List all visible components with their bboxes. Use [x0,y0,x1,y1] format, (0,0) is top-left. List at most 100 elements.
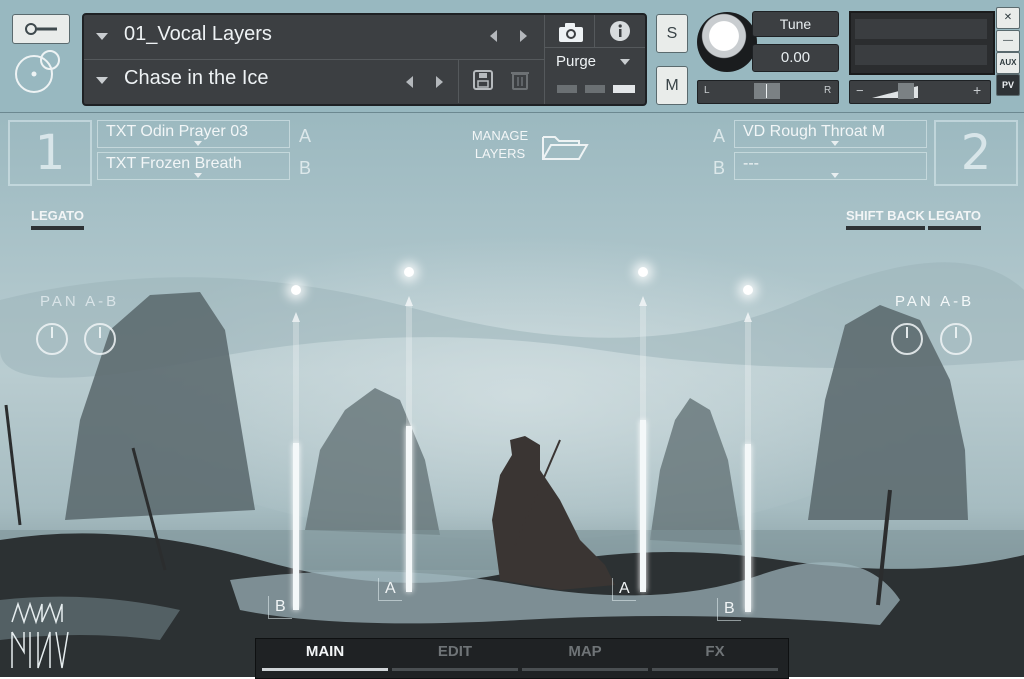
snapshot-row[interactable]: Chase in the Ice [84,59,544,103]
settings-wrench-button[interactable] [12,14,70,44]
layer-1-legato-button[interactable]: LEGATO [31,208,84,230]
tab-fx-label: FX [705,643,725,660]
layer-1-pan-knob-b[interactable] [84,323,116,355]
layer-2-pan-knob-a[interactable] [891,323,923,355]
volume-plus-label: + [973,82,982,98]
layer-1-pan-knob-a[interactable] [36,323,68,355]
wrench-icon [25,23,57,35]
layer-2-pan-knob-b[interactable] [940,323,972,355]
layer-2-pan-label: PAN A-B [895,293,975,310]
fader-glow-dot[interactable] [404,267,414,277]
fader-letter: A [612,578,636,601]
close-button[interactable]: ✕ [996,7,1020,29]
fader-glow-dot[interactable] [743,285,753,295]
tune-knob[interactable] [697,12,757,72]
fader-letter: A [378,578,402,601]
pan-right-label: R [824,85,832,96]
layer-1-slot-a[interactable]: TXT Odin Prayer 03 [97,120,290,148]
fader-glow-dot[interactable] [291,285,301,295]
header-bar: 01_Vocal Layers Chase in the Ice Purge S… [0,0,1024,113]
layer-2-letter-a: A [713,126,726,146]
prev-snapshot-arrow-icon[interactable] [406,76,413,88]
layer-2-legato-button[interactable]: LEGATO [928,208,981,230]
snapshot-name: Chase in the Ice [124,67,269,89]
layer-1-letter-b: B [299,158,312,178]
tab-fx[interactable]: FX [652,643,778,671]
instrument-name-row[interactable]: 01_Vocal Layers [84,15,544,60]
purge-dropdown-caret-icon[interactable] [620,59,630,65]
camera-icon[interactable] [557,21,585,43]
fader-tip [405,296,413,306]
fader-letter: B [717,598,741,621]
tune-value[interactable]: 0.00 [752,44,839,72]
pan-slider-thumb[interactable] [754,83,780,99]
layer-1-slot-b[interactable]: TXT Frozen Breath [97,152,290,180]
dropdown-caret-icon[interactable] [193,173,202,178]
tune-label: Tune [752,11,839,37]
prev-instrument-arrow-icon[interactable] [490,30,497,42]
layer-2-slot-b-name: --- [743,155,759,172]
volume-fader[interactable] [639,296,647,592]
layer-2-slot-a[interactable]: VD Rough Throat M [734,120,927,148]
pan-left-label: L [704,85,710,96]
tab-main-label: MAIN [305,643,345,660]
fader-tip [292,312,300,322]
aux-button[interactable]: AUX [996,52,1020,74]
save-icon[interactable] [472,69,494,91]
volume-minus-label: − [856,83,864,98]
next-snapshot-arrow-icon[interactable] [436,76,443,88]
layer-2-slot-b[interactable]: --- [734,152,927,180]
dropdown-caret-icon[interactable] [830,173,839,178]
instrument-header-panel: 01_Vocal Layers Chase in the Ice Purge [82,13,647,106]
manage-label-line-2: LAYERS [474,146,526,161]
layer-1-pan-label: PAN A-B [40,293,120,310]
omen-logo-icon [11,602,69,669]
tab-main[interactable]: MAIN [262,643,388,671]
pv-button[interactable]: PV [996,74,1020,96]
manage-layers-label[interactable]: MANAGE LAYERS [458,127,542,163]
dropdown-caret-icon[interactable] [193,141,202,146]
layer-1-number: 1 [8,120,92,186]
tab-map[interactable]: MAP [522,643,648,671]
fader-tip [639,296,647,306]
snapshot-menu-caret-icon[interactable] [96,77,108,84]
mute-button[interactable]: M [656,66,688,105]
layer-1-letter-a: A [299,126,312,146]
fader-glow-dot[interactable] [638,267,648,277]
layer-2-number: 2 [934,120,1018,186]
main-tab-bar: MAIN EDIT MAP FX [255,638,789,679]
minimize-button[interactable]: — [996,30,1020,52]
tab-map-label: MAP [568,643,602,660]
fader-letter: B [268,596,292,619]
dropdown-caret-icon[interactable] [830,141,839,146]
solo-button[interactable]: S [656,14,688,53]
layer-2-slot-a-name: VD Rough Throat M [743,123,885,140]
purge-indicator [557,85,577,93]
purge-indicator [613,85,635,93]
volume-fader[interactable] [744,312,752,612]
delete-icon[interactable] [510,69,530,91]
tab-edit[interactable]: EDIT [392,643,518,671]
purge-indicator [585,85,605,93]
instrument-menu-caret-icon[interactable] [96,33,108,40]
output-meter [849,11,995,75]
instrument-name: 01_Vocal Layers [124,23,272,45]
pan-slider[interactable]: L R [697,80,839,104]
fader-level-fill [640,420,646,592]
instrument-logo-icon [15,50,60,93]
manage-label-line-1: MANAGE [471,128,529,143]
pan-center-mark [766,84,767,98]
volume-fader[interactable] [292,312,300,610]
fader-level-fill [293,443,299,610]
volume-slider[interactable]: − + [849,80,991,104]
volume-fader[interactable] [405,296,413,592]
layer-1-slot-b-name: TXT Frozen Breath [106,155,242,172]
purge-label[interactable]: Purge [556,53,596,70]
folder-icon[interactable] [541,131,589,163]
info-icon[interactable] [609,20,631,42]
fader-level-fill [745,444,751,612]
volume-slider-thumb[interactable] [898,83,914,99]
next-instrument-arrow-icon[interactable] [520,30,527,42]
layer-1-slot-a-name: TXT Odin Prayer 03 [106,123,248,140]
shift-back-button[interactable]: SHIFT BACK [846,208,925,230]
